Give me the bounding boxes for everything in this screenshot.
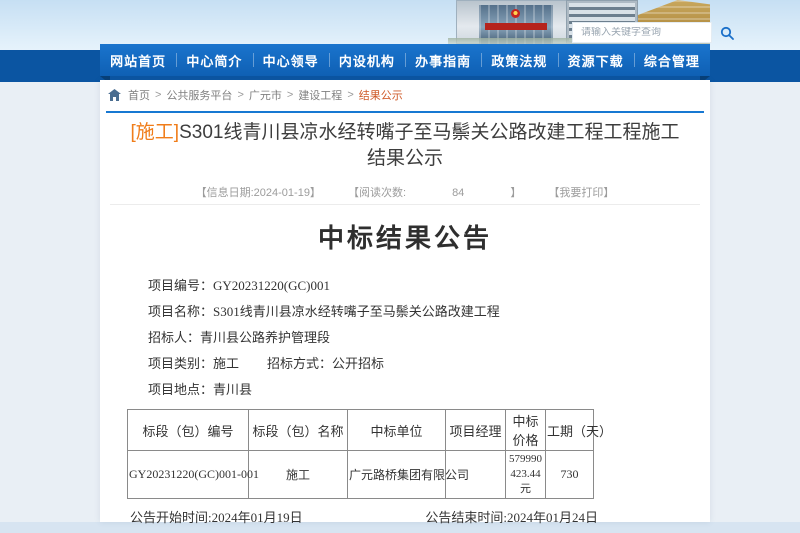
detail-category-method: 项目类别：施工招标方式：公开招标 <box>148 351 710 377</box>
col-bid-price: 中标价格 <box>506 410 546 451</box>
nav-item-center-intro[interactable]: 中心简介 <box>176 44 252 76</box>
print-link[interactable]: 【我要打印】 <box>548 187 614 199</box>
bid-result-table: 标段（包）编号 标段（包）名称 中标单位 项目经理 中标价格 工期（天） GY2… <box>127 409 594 499</box>
cell-section-name: 施工 <box>249 451 348 499</box>
detail-project-name: 项目名称：S301线青川县凉水经转嘴子至马鬃关公路改建工程 <box>148 299 710 325</box>
announce-start-time: 公告开始时间:2024年01月19日 <box>130 507 303 526</box>
meta-date: 【信息日期:2024-01-19】 <box>196 187 321 199</box>
col-winning-bidder: 中标单位 <box>348 410 446 451</box>
article-title-text: S301线青川县凉水经转嘴子至马鬃关公路改建工程工程施工结果公示 <box>179 122 679 169</box>
article-title: [施工]S301线青川县凉水经转嘴子至马鬃关公路改建工程工程施工结果公示 <box>130 120 680 172</box>
project-details: 项目编号：GY20231220(GC)001 项目名称：S301线青川县凉水经转… <box>100 273 710 403</box>
site-banner <box>100 0 710 44</box>
detail-project-no: 项目编号：GY20231220(GC)001 <box>148 273 710 299</box>
cell-section-no: GY20231220(GC)001-001 <box>128 451 249 499</box>
cell-bid-price: 579990423.44元 <box>506 451 546 499</box>
article-meta: 【信息日期:2024-01-19】 【阅读次数:84】 【我要打印】 <box>100 184 710 200</box>
crumb-guangyuan[interactable]: 广元市 <box>249 87 282 103</box>
crumb-separator: > <box>155 89 161 101</box>
breadcrumb: 首页 > 公共服务平台 > 广元市 > 建设工程 > 结果公示 <box>108 87 403 103</box>
announcement-times: 公告开始时间:2024年01月19日 公告结束时间:2024年01月24日 <box>100 499 710 526</box>
header-divider <box>106 111 704 113</box>
national-emblem-icon <box>511 9 520 18</box>
nav-item-downloads[interactable]: 资源下载 <box>558 44 634 76</box>
red-sign <box>485 23 547 30</box>
nav-item-policies[interactable]: 政策法规 <box>481 44 557 76</box>
other-notes: 其他说明: <box>100 526 710 533</box>
notice-title: 中标结果公告 <box>100 218 710 255</box>
crumb-public-service[interactable]: 公共服务平台 <box>166 87 232 103</box>
table-row: GY20231220(GC)001-001 施工 广元路桥集团有限公司 5799… <box>128 451 594 499</box>
meta-views-count: 84 <box>452 187 464 199</box>
col-duration: 工期（天） <box>546 410 594 451</box>
crumb-home[interactable]: 首页 <box>128 87 150 103</box>
announce-end-time: 公告结束时间:2024年01月24日 <box>425 507 598 526</box>
crumb-separator: > <box>347 89 353 101</box>
nav-item-departments[interactable]: 内设机构 <box>329 44 405 76</box>
col-project-manager: 项目经理 <box>446 410 506 451</box>
main-nav: 网站首页 中心简介 中心领导 内设机构 办事指南 政策法规 资源下载 综合管理 <box>100 44 710 76</box>
col-section-name: 标段（包）名称 <box>249 410 348 451</box>
table-header-row: 标段（包）编号 标段（包）名称 中标单位 项目经理 中标价格 工期（天） <box>128 410 594 451</box>
crumb-result-publicity: 结果公示 <box>359 87 403 103</box>
search-box[interactable] <box>572 22 712 43</box>
nav-item-service-guide[interactable]: 办事指南 <box>405 44 481 76</box>
notice-document: 中标结果公告 项目编号：GY20231220(GC)001 项目名称：S301线… <box>100 208 710 522</box>
cell-duration: 730 <box>546 451 594 499</box>
nav-item-admin[interactable]: 综合管理 <box>634 44 710 76</box>
meta-views: 【阅读次数:84】 <box>340 187 529 199</box>
col-section-no: 标段（包）编号 <box>128 410 249 451</box>
search-icon[interactable] <box>717 23 737 43</box>
home-icon <box>108 89 121 101</box>
crumb-separator: > <box>287 89 293 101</box>
nav-item-center-leaders[interactable]: 中心领导 <box>253 44 329 76</box>
article-tag: [施工] <box>131 122 180 143</box>
detail-tenderee: 招标人：青川县公路养护管理段 <box>148 325 710 351</box>
crumb-construction[interactable]: 建设工程 <box>298 87 342 103</box>
content-panel: 首页 > 公共服务平台 > 广元市 > 建设工程 > 结果公示 [施工]S301… <box>100 80 710 522</box>
crumb-separator: > <box>237 89 243 101</box>
detail-location: 项目地点：青川县 <box>148 377 710 403</box>
meta-divider <box>110 204 700 205</box>
nav-item-home[interactable]: 网站首页 <box>100 44 176 76</box>
search-input[interactable] <box>573 27 717 38</box>
cell-winning-bidder: 广元路桥集团有限公司 <box>348 451 446 499</box>
